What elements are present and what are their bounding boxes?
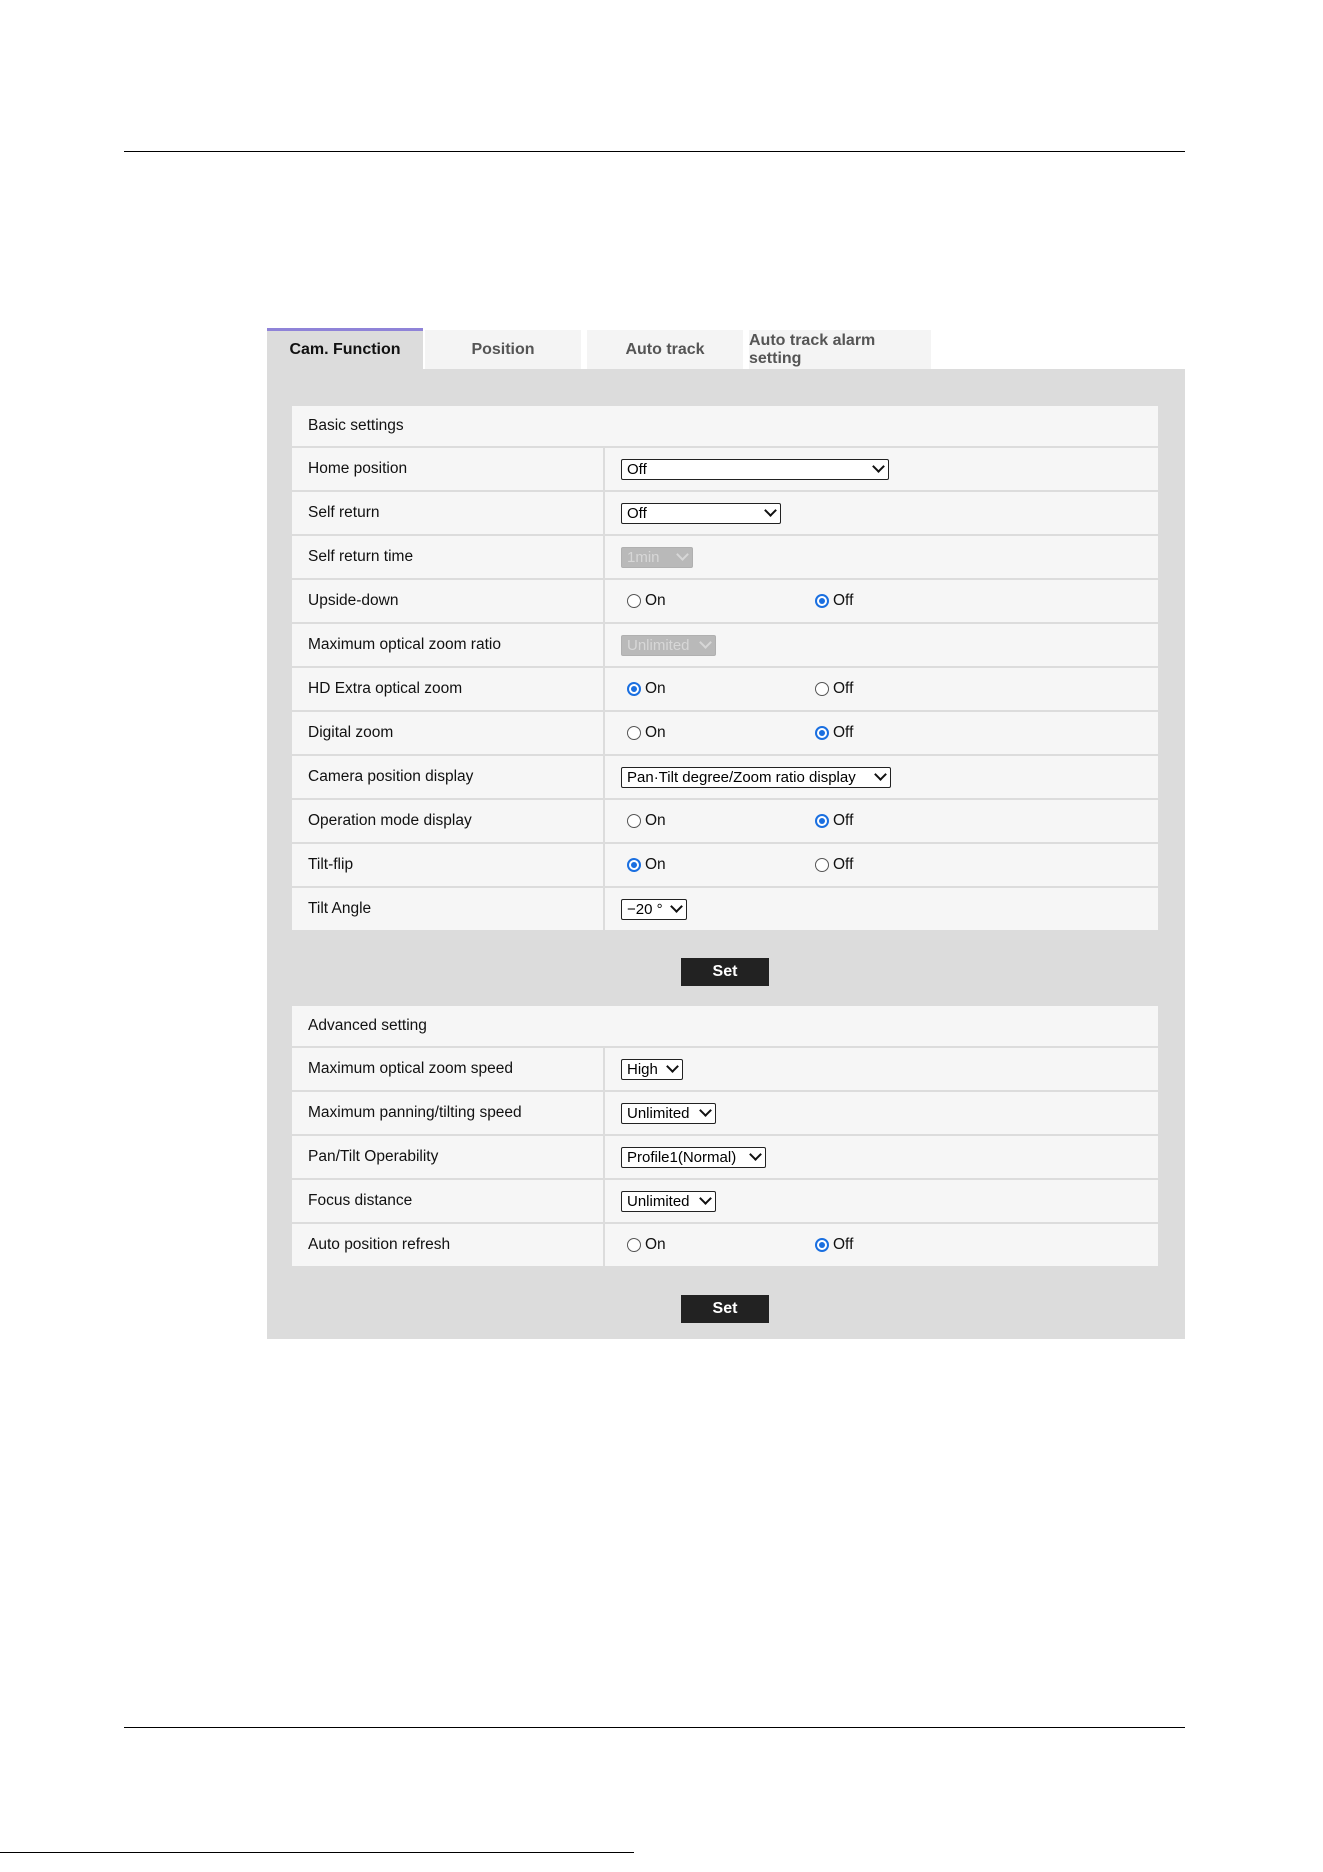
chevron-down-icon — [666, 1060, 679, 1073]
field-label: Home position — [292, 448, 603, 490]
chevron-down-icon — [670, 900, 683, 913]
chevron-down-icon — [676, 548, 689, 561]
radio-checked-icon — [815, 814, 829, 828]
tab-position[interactable]: Position — [425, 330, 581, 369]
chevron-down-icon — [749, 1148, 762, 1161]
row-home-position: Home position Off — [292, 448, 1158, 490]
basic-settings-section: Basic settings Home position Off Self re… — [292, 406, 1158, 930]
field-label: HD Extra optical zoom — [292, 668, 603, 710]
field-label: Maximum panning/tilting speed — [292, 1092, 603, 1134]
focus-distance-select[interactable]: Unlimited — [621, 1190, 716, 1212]
radio-checked-icon — [627, 858, 641, 872]
radio-unchecked-icon — [627, 726, 641, 740]
chevron-down-icon — [699, 1104, 712, 1117]
tab-auto-track[interactable]: Auto track — [587, 330, 743, 369]
radio-unchecked-icon — [627, 1238, 641, 1252]
row-auto-position-refresh: Auto position refresh On Off — [292, 1224, 1158, 1266]
field-label: Maximum optical zoom ratio — [292, 624, 603, 666]
field-label: Self return — [292, 492, 603, 534]
tilt-angle-select[interactable]: −20 ° — [621, 898, 687, 920]
hd-extra-zoom-on-radio[interactable]: On — [627, 668, 666, 710]
field-label: Auto position refresh — [292, 1224, 603, 1266]
section-title: Advanced setting — [292, 1006, 1158, 1046]
radio-checked-icon — [815, 1238, 829, 1252]
radio-unchecked-icon — [627, 814, 641, 828]
basic-set-button[interactable]: Set — [681, 958, 769, 986]
field-label: Camera position display — [292, 756, 603, 798]
tab-bar: Cam. Function Position Auto track Auto t… — [267, 328, 1185, 369]
radio-checked-icon — [627, 682, 641, 696]
tab-cam-function[interactable]: Cam. Function — [267, 328, 423, 369]
row-max-optical-zoom-ratio: Maximum optical zoom ratio Unlimited — [292, 624, 1158, 666]
header-rule — [124, 151, 1185, 152]
advanced-set-button[interactable]: Set — [681, 1295, 769, 1323]
chevron-down-icon — [699, 1192, 712, 1205]
max-pan-tilt-speed-select[interactable]: Unlimited — [621, 1102, 716, 1124]
self-return-select[interactable]: Off — [621, 502, 781, 524]
footnote-rule — [0, 1852, 634, 1853]
chevron-down-icon — [764, 504, 777, 517]
auto-position-refresh-on-radio[interactable]: On — [627, 1224, 666, 1266]
operation-mode-off-radio[interactable]: Off — [815, 800, 853, 842]
row-tilt-angle: Tilt Angle −20 ° — [292, 888, 1158, 930]
radio-unchecked-icon — [815, 682, 829, 696]
settings-panel: Basic settings Home position Off Self re… — [267, 369, 1185, 1339]
camera-position-display-select[interactable]: Pan·Tilt degree/Zoom ratio display — [621, 766, 891, 788]
upside-down-on-radio[interactable]: On — [627, 580, 666, 622]
hd-extra-zoom-off-radio[interactable]: Off — [815, 668, 853, 710]
row-focus-distance: Focus distance Unlimited — [292, 1180, 1158, 1222]
row-tilt-flip: Tilt-flip On Off — [292, 844, 1158, 886]
digital-zoom-off-radio[interactable]: Off — [815, 712, 853, 754]
footer-rule — [124, 1727, 1185, 1728]
upside-down-off-radio[interactable]: Off — [815, 580, 853, 622]
tilt-flip-on-radio[interactable]: On — [627, 844, 666, 886]
field-label: Tilt Angle — [292, 888, 603, 930]
row-camera-position-display: Camera position display Pan·Tilt degree/… — [292, 756, 1158, 798]
operation-mode-on-radio[interactable]: On — [627, 800, 666, 842]
row-self-return: Self return Off — [292, 492, 1158, 534]
row-upside-down: Upside-down On Off — [292, 580, 1158, 622]
field-label: Self return time — [292, 536, 603, 578]
tilt-flip-off-radio[interactable]: Off — [815, 844, 853, 886]
home-position-select[interactable]: Off — [621, 458, 889, 480]
auto-position-refresh-off-radio[interactable]: Off — [815, 1224, 853, 1266]
chevron-down-icon — [699, 636, 712, 649]
max-optical-zoom-ratio-select: Unlimited — [621, 634, 716, 656]
field-label: Focus distance — [292, 1180, 603, 1222]
section-title: Basic settings — [292, 406, 1158, 446]
row-digital-zoom: Digital zoom On Off — [292, 712, 1158, 754]
field-label: Maximum optical zoom speed — [292, 1048, 603, 1090]
row-hd-extra-optical-zoom: HD Extra optical zoom On Off — [292, 668, 1158, 710]
tab-auto-track-alarm-setting[interactable]: Auto track alarm setting — [749, 330, 931, 369]
chevron-down-icon — [874, 768, 887, 781]
radio-checked-icon — [815, 594, 829, 608]
radio-unchecked-icon — [627, 594, 641, 608]
row-max-pan-tilt-speed: Maximum panning/tilting speed Unlimited — [292, 1092, 1158, 1134]
chevron-down-icon — [872, 460, 885, 473]
field-label: Operation mode display — [292, 800, 603, 842]
row-operation-mode-display: Operation mode display On Off — [292, 800, 1158, 842]
radio-unchecked-icon — [815, 858, 829, 872]
field-label: Tilt-flip — [292, 844, 603, 886]
self-return-time-select: 1min — [621, 546, 693, 568]
field-label: Pan/Tilt Operability — [292, 1136, 603, 1178]
radio-checked-icon — [815, 726, 829, 740]
row-pan-tilt-operability: Pan/Tilt Operability Profile1(Normal) — [292, 1136, 1158, 1178]
field-label: Upside-down — [292, 580, 603, 622]
pan-tilt-operability-select[interactable]: Profile1(Normal) — [621, 1146, 766, 1168]
field-label: Digital zoom — [292, 712, 603, 754]
advanced-setting-section: Advanced setting Maximum optical zoom sp… — [292, 1006, 1158, 1266]
row-max-optical-zoom-speed: Maximum optical zoom speed High — [292, 1048, 1158, 1090]
max-optical-zoom-speed-select[interactable]: High — [621, 1058, 683, 1080]
digital-zoom-on-radio[interactable]: On — [627, 712, 666, 754]
row-self-return-time: Self return time 1min — [292, 536, 1158, 578]
